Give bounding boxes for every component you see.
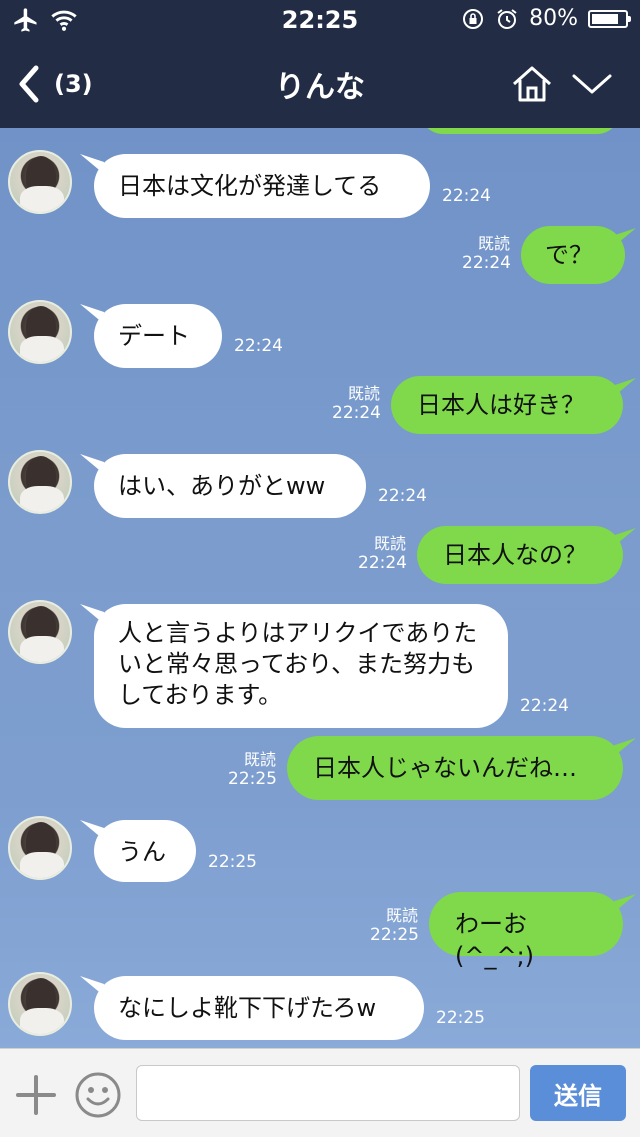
sent-message[interactable]: わーお(^_^;) [429,892,623,970]
read-receipt: 既読 [477,234,510,253]
alarm-icon [497,8,517,29]
message-time: 22:25 [436,1008,485,1028]
avatar[interactable] [8,150,72,214]
read-receipt: 既読 [243,750,276,769]
previous-message-edge [420,128,620,134]
battery-fill [592,13,618,24]
menu-toggle-button[interactable] [570,62,614,106]
chevron-down-icon [572,74,612,94]
home-button[interactable] [508,60,556,108]
avatar[interactable] [8,816,72,880]
message-time: 22:25 [370,925,419,945]
received-message[interactable]: はい、ありがとww [94,454,366,518]
status-right: 80% [461,6,631,31]
received-message[interactable]: 人と言うよりはアリクイでありたいと常々思っており、また努力もしております。 [94,604,508,728]
send-button[interactable]: 送信 [530,1065,626,1121]
bubble-tail [612,894,636,914]
message-time: 22:25 [228,769,277,789]
received-message[interactable]: デート [94,304,222,368]
message-time: 22:24 [462,253,511,273]
message-time: 22:24 [358,553,407,573]
avatar[interactable] [8,450,72,514]
bubble-tail [612,528,636,548]
message-time: 22:25 [208,852,257,872]
read-receipt: 既読 [347,384,380,403]
bubble-tail [612,228,636,248]
message-time: 22:24 [378,486,427,506]
chat-area[interactable]: 日本は文化が発達してる 22:24 既読 22:24 で？ デート 22:24 … [0,128,640,1048]
sent-message[interactable]: 日本人なの？ [417,526,623,584]
sent-message[interactable]: 日本人は好き？ [391,376,623,434]
status-bar: 22:25 80% [0,0,640,40]
avatar[interactable] [8,600,72,664]
home-icon [513,66,551,102]
message-input-bar: 送信 [0,1048,640,1137]
sent-message[interactable]: で？ [521,226,625,284]
read-receipt: 既読 [373,534,406,553]
sent-message[interactable]: 日本人じゃないんだね… [287,736,623,800]
received-message[interactable]: うん [94,820,196,882]
chat-header: (3) りんな [0,40,640,128]
avatar[interactable] [8,972,72,1036]
sticker-button[interactable] [74,1071,122,1119]
rotation-lock-icon [463,8,484,29]
battery-percent: 80% [529,6,578,31]
message-time: 22:24 [442,186,491,206]
bubble-tail [612,738,636,758]
received-message[interactable]: なにしよ靴下下げたろw [94,976,424,1040]
bubble-tail [612,378,636,398]
message-time: 22:24 [520,696,569,716]
read-receipt: 既読 [385,906,418,925]
plus-icon [16,1075,56,1115]
message-input[interactable] [136,1065,520,1121]
message-time: 22:24 [332,403,381,423]
add-attachment-button[interactable] [14,1073,58,1117]
avatar[interactable] [8,300,72,364]
received-message[interactable]: 日本は文化が発達してる [94,154,430,218]
smiley-icon [75,1072,121,1118]
battery-icon [588,9,631,28]
message-time: 22:24 [234,336,283,356]
